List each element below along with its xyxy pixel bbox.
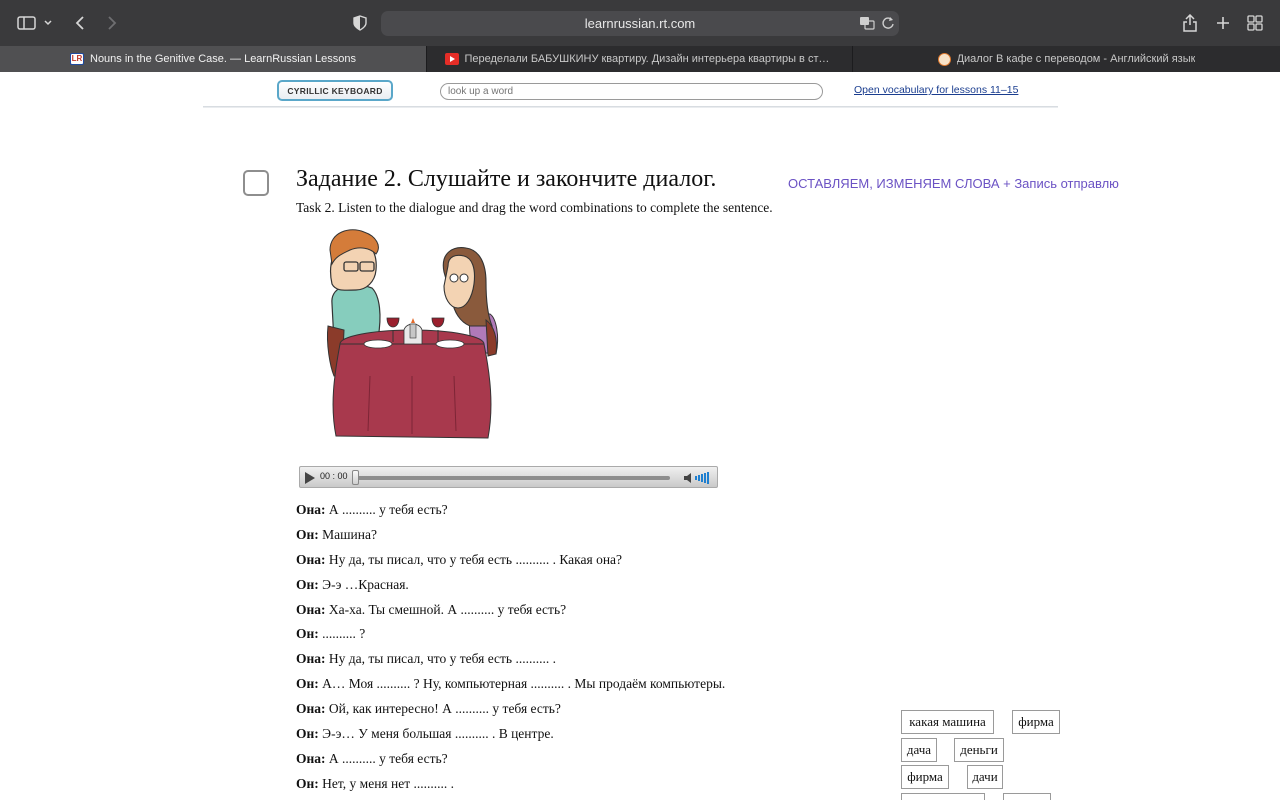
translate-icon[interactable] — [859, 16, 875, 35]
task-title: Задание 2. Слушайте и закончите диалог. — [296, 166, 717, 192]
open-vocabulary-link[interactable]: Open vocabulary for lessons 11–15 — [854, 84, 1018, 96]
dialogue-line: Он: .......... ? — [296, 624, 856, 649]
word-chip[interactable]: фирма — [901, 765, 949, 789]
word-chip[interactable]: деньги — [954, 738, 1004, 762]
youtube-icon — [444, 53, 459, 65]
speaker: Она: — [296, 750, 326, 766]
audio-progress-track[interactable] — [354, 476, 670, 480]
speaker: Он: — [296, 726, 319, 742]
dialogue-line: Он: Нет, у меня нет .......... . — [296, 774, 856, 799]
line-text: Машина? — [322, 526, 377, 542]
line-text: Э-э …Красная. — [322, 576, 409, 592]
learnrussian-favicon-icon: LR — [70, 53, 84, 65]
word-chip[interactable]: дачи — [967, 765, 1003, 789]
dialogue-line: Она: А .......... у тебя есть? — [296, 749, 856, 774]
dialogue-line: Он: Машина? — [296, 525, 856, 550]
browser-toolbar: learnrussian.rt.com — [0, 0, 1280, 46]
speaker: Он: — [296, 526, 319, 542]
lookup-word-input[interactable] — [440, 83, 823, 100]
site-favicon-icon — [937, 52, 951, 66]
tab-learnrussian[interactable]: LR Nouns in the Genitive Case. — LearnRu… — [0, 46, 427, 72]
audio-player: 00 : 00 — [299, 466, 718, 488]
new-tab-plus-icon[interactable] — [1214, 12, 1232, 34]
word-chip[interactable]: фирма — [1012, 710, 1060, 734]
word-chip[interactable]: дача — [901, 738, 937, 762]
speaker: Он: — [296, 775, 319, 791]
tab-overview-icon[interactable] — [1246, 12, 1264, 34]
tab-youtube[interactable]: Переделали БАБУШКИНУ квартиру. Дизайн ин… — [427, 46, 853, 72]
volume-icon[interactable] — [683, 471, 713, 485]
speaker: Она: — [296, 601, 326, 617]
task-done-checkbox[interactable] — [243, 170, 269, 196]
tab-title: Диалог В кафе с переводом - Английский я… — [956, 53, 1196, 65]
task-subtitle: Task 2. Listen to the dialogue and drag … — [296, 200, 773, 215]
tab-title: Nouns in the Genitive Case. — LearnRussi… — [90, 53, 356, 65]
play-icon[interactable] — [305, 472, 315, 484]
speaker: Она: — [296, 651, 326, 667]
line-text: А… Моя .......... ? Ну, компьютерная ...… — [322, 676, 726, 692]
line-text: .......... ? — [322, 626, 366, 642]
line-text: Нет, у меня нет .......... . — [322, 775, 454, 791]
dialogue-line: Он: Э-э… У меня большая .......... . В ц… — [296, 724, 856, 749]
speaker: Она: — [296, 502, 326, 517]
speaker: Она: — [296, 551, 326, 567]
dialogue-line: Она: Ну да, ты писал, что у тебя есть ..… — [296, 550, 856, 575]
cafe-dialogue-illustration — [327, 229, 499, 439]
privacy-shield-icon[interactable] — [351, 12, 369, 34]
line-text: Ой, как интересно! А .......... у тебя е… — [328, 701, 561, 717]
tab-dialog-cafe[interactable]: Диалог В кафе с переводом - Английский я… — [853, 46, 1280, 72]
word-chip-partial[interactable] — [901, 793, 985, 800]
audio-time: 00 : 00 — [320, 471, 348, 481]
word-chip-partial[interactable] — [1003, 793, 1051, 800]
line-text: Э-э… У меня большая .......... . В центр… — [322, 726, 554, 742]
share-icon[interactable] — [1181, 12, 1199, 34]
dialogue-text: Она: А .......... у тебя есть? Он: Машин… — [296, 500, 856, 799]
back-arrow-icon[interactable] — [72, 12, 88, 34]
word-chip[interactable]: какая машина — [901, 710, 994, 734]
dialogue-line: Он: А… Моя .......... ? Ну, компьютерная… — [296, 674, 856, 699]
dialogue-line: Она: А .......... у тебя есть? — [296, 500, 856, 525]
tab-title: Переделали БАБУШКИНУ квартиру. Дизайн ин… — [464, 53, 835, 65]
line-text: А .......... у тебя есть? — [328, 502, 448, 517]
line-text: Ну да, ты писал, что у тебя есть .......… — [328, 651, 556, 667]
speaker: Она: — [296, 701, 326, 717]
header-divider — [203, 106, 1058, 108]
reload-icon[interactable] — [881, 16, 895, 35]
speaker: Он: — [296, 676, 319, 692]
dialogue-line: Она: Ха-ха. Ты смешной. А .......... у т… — [296, 600, 856, 625]
speaker: Он: — [296, 626, 319, 642]
dialogue-line: Он: Э-э …Красная. — [296, 575, 856, 600]
dialogue-line: Она: Ой, как интересно! А .......... у т… — [296, 699, 856, 724]
address-url: learnrussian.rt.com — [584, 16, 696, 31]
tab-bar: LR Nouns in the Genitive Case. — LearnRu… — [0, 46, 1280, 72]
sidebar-toggle-icon[interactable] — [16, 12, 56, 34]
line-text: Ха-ха. Ты смешной. А .......... у тебя е… — [328, 601, 567, 617]
forward-arrow-icon[interactable] — [104, 12, 120, 34]
speaker: Он: — [296, 576, 319, 592]
address-bar[interactable]: learnrussian.rt.com — [381, 11, 899, 36]
cyrillic-keyboard-button[interactable]: CYRILLIC KEYBOARD — [277, 80, 393, 101]
task-note: ОСТАВЛЯЕМ, ИЗМЕНЯЕМ СЛОВА + Запись отпра… — [788, 176, 1119, 191]
line-text: Ну да, ты писал, что у тебя есть .......… — [328, 551, 623, 567]
dialogue-line: Она: Ну да, ты писал, что у тебя есть ..… — [296, 649, 856, 674]
line-text: А .......... у тебя есть? — [328, 750, 448, 766]
audio-scrubber-handle[interactable] — [352, 470, 359, 485]
